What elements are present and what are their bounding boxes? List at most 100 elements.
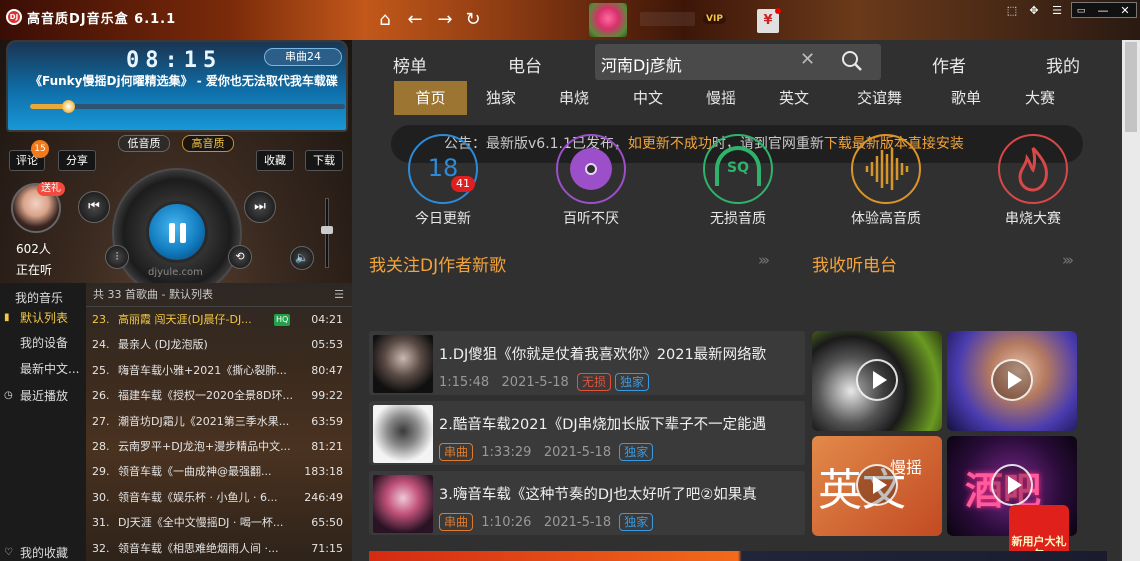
play-icon[interactable] (991, 359, 1033, 401)
sidebar-item-latest-chinese[interactable]: 最新中文... (0, 356, 86, 382)
tab-radio[interactable]: 电台 (508, 52, 542, 77)
vip-badge[interactable]: VIP (703, 14, 726, 24)
feed-date: 2021-5-18 (543, 515, 612, 530)
quick-lossless[interactable]: SQ 无损音质 (698, 134, 778, 228)
scrollbar-thumb[interactable] (1125, 42, 1137, 132)
progress-knob[interactable] (61, 100, 75, 113)
pause-button[interactable] (146, 201, 208, 263)
forward-arrow-icon[interactable]: → (434, 9, 456, 31)
table-row[interactable]: 30. 领音车载《娱乐杯 · 小鱼儿 · 6... 246:49 (86, 485, 352, 511)
title-bar: DJ 高音质DJ音乐盒 6.1.1 ⌂ ← → ↻ VIP ¥ ⬚ ✥ ☰ ▭ … (0, 0, 1140, 40)
send-gift-button[interactable]: 送礼 (37, 182, 65, 196)
close-icon[interactable]: ✕ (1116, 3, 1134, 19)
tab-playlists[interactable]: 歌单 (951, 81, 981, 115)
quick-label: 今日更新 (415, 211, 471, 227)
user-avatar[interactable] (589, 3, 627, 37)
tab-contest[interactable]: 大赛 (1025, 81, 1055, 115)
quick-medley-contest[interactable]: 串烧大赛 (993, 134, 1073, 228)
favorite-button[interactable]: 收藏 (256, 150, 294, 171)
feed-date: 2021-5-18 (501, 375, 569, 390)
station-tile[interactable] (947, 331, 1077, 431)
table-row[interactable]: 25. 嗨音车载小雅+2021《撕心裂肺... 80:47 (86, 358, 352, 384)
feed-item[interactable]: 3.嗨音车载《这种节奏的DJ也太好听了吧②如果真 串曲 1:10:26 2021… (369, 471, 805, 535)
minimize-icon[interactable]: — (1094, 3, 1112, 19)
menu-icon[interactable]: ▭ (1072, 3, 1090, 19)
song-duration: 99:22 (311, 389, 343, 403)
exclusive-tag: 独家 (619, 443, 654, 461)
download-button[interactable]: 下载 (305, 150, 343, 171)
song-list: 共 33 首歌曲 - 默认列表 ☰ 23. 高丽霞 闯天涯(DJ晨仔-DJ... H… (86, 283, 352, 561)
clear-icon[interactable]: ✕ (800, 49, 815, 70)
sidebar-item-favorites[interactable]: ♡ 我的收藏 (0, 540, 86, 561)
table-row[interactable]: 32. 领音车载《相思难绝烟雨人间 ·... 71:15 (86, 536, 352, 561)
loop-icon[interactable]: ⟲ (228, 245, 252, 269)
scrollbar[interactable] (1122, 40, 1140, 561)
quick-high-quality[interactable]: 体验高音质 (846, 134, 926, 228)
back-arrow-icon[interactable]: ← (404, 9, 426, 31)
volume-knob[interactable] (321, 225, 333, 234)
tab-home[interactable]: 首页 (394, 81, 467, 115)
home-icon[interactable]: ⌂ (374, 9, 396, 31)
play-mode-button[interactable]: 串曲24 (264, 48, 342, 66)
search-input[interactable]: 河南Dj彦航 (601, 52, 682, 76)
sidebar-item-label: 我的音乐 (15, 291, 64, 305)
now-playing-title: 《Funky慢摇Dj何曜精选集》 - 爱你也无法取代我车载碟 (30, 74, 338, 88)
tab-medley[interactable]: 串烧 (559, 81, 589, 115)
next-icon[interactable]: ⏭ (244, 191, 276, 223)
refresh-icon[interactable]: ↻ (462, 9, 484, 31)
mini-mode-icon[interactable]: ✥ (1025, 3, 1043, 19)
tab-ballroom[interactable]: 交谊舞 (857, 81, 902, 115)
sidebar-item-my-devices[interactable]: 我的设备 (0, 330, 86, 356)
tab-charts[interactable]: 榜单 (393, 52, 427, 77)
table-row[interactable]: 24. 最亲人 (DJ龙泡版) 05:53 (86, 332, 352, 358)
equalizer-icon[interactable]: ⫶ (105, 245, 129, 269)
quick-label: 串烧大赛 (1005, 211, 1061, 227)
high-quality-button[interactable]: 高音质 (182, 135, 234, 152)
song-number: 26. (92, 389, 110, 403)
promo-banner[interactable] (369, 551, 1107, 561)
table-row[interactable]: 29. 领音车载《一曲成神@最强翻... 183:18 (86, 459, 352, 485)
sidebar-item-recent[interactable]: ◷ 最近播放 (0, 383, 86, 409)
station-tile[interactable] (812, 331, 942, 431)
song-title: 领音车载《一曲成神@最强翻... (118, 465, 272, 479)
calendar-icon: 18 (408, 134, 478, 204)
feed-item[interactable]: 2.酷音车载2021《DJ串烧加长版下辈子不一定能遇 串曲 1:33:29 20… (369, 401, 805, 465)
share-button[interactable]: 分享 (58, 150, 96, 171)
table-row[interactable]: 31. DJ天涯《全中文慢摇DJ · 喝一杯... 65:50 (86, 510, 352, 536)
search-icon[interactable] (841, 50, 863, 72)
feed-item[interactable]: 1.DJ傻狙《你就是仗着我喜欢你》2021最新网络歌 1:15:48 2021-… (369, 331, 805, 395)
player-panel: 08:15 串曲24 《Funky慢摇Dj何曜精选集》 - 爱你也无法取代我车载… (0, 40, 352, 298)
clock-icon: ◷ (4, 390, 13, 401)
follow-more-icon[interactable]: ››› (758, 251, 770, 269)
table-row[interactable]: 28. 云南罗平+DJ龙泡+漫步精品中文... 81:21 (86, 434, 352, 460)
list-menu-icon[interactable]: ☰ (334, 283, 344, 307)
progress-bar[interactable] (30, 100, 345, 113)
site-watermark: djyule.com (148, 267, 203, 278)
tab-exclusive[interactable]: 独家 (486, 81, 516, 115)
play-icon[interactable] (856, 359, 898, 401)
skin-icon[interactable]: ⬚ (1003, 3, 1021, 19)
tab-mine[interactable]: 我的 (1046, 52, 1080, 77)
username-placeholder[interactable] (640, 12, 695, 26)
sidebar-item-default-list[interactable]: ▮ 默认列表 (0, 305, 86, 331)
station-tile[interactable]: 英文 慢摇 (812, 436, 942, 536)
table-row[interactable]: 26. 福建车载《授权一2020全景8D环... 99:22 (86, 383, 352, 409)
tab-chinese[interactable]: 中文 (633, 81, 663, 115)
previous-icon[interactable]: ⏮ (78, 191, 110, 223)
table-row[interactable]: 27. 潮音坊DJ霜儿《2021第三季水果... 63:59 (86, 409, 352, 435)
song-title: 最亲人 (DJ龙泡版) (118, 338, 208, 352)
quick-evergreen[interactable]: 百听不厌 (551, 134, 631, 228)
tab-authors[interactable]: 作者 (932, 52, 966, 77)
low-quality-button[interactable]: 低音质 (118, 135, 170, 152)
song-duration: 80:47 (311, 363, 343, 377)
settings-icon[interactable]: ☰ (1048, 3, 1066, 19)
tab-slow-rock[interactable]: 慢摇 (706, 81, 736, 115)
table-row[interactable]: 23. 高丽霞 闯天涯(DJ晨仔-DJ... HQ 04:21 (86, 307, 352, 333)
volume-icon[interactable]: 🔈 (290, 246, 314, 270)
sidebar-item-label: 默认列表 (20, 311, 69, 325)
hq-badge: HQ (274, 314, 291, 326)
tab-english[interactable]: 英文 (779, 81, 809, 115)
play-icon[interactable] (991, 464, 1033, 506)
play-icon[interactable] (856, 464, 898, 506)
station-more-icon[interactable]: ››› (1062, 251, 1074, 269)
